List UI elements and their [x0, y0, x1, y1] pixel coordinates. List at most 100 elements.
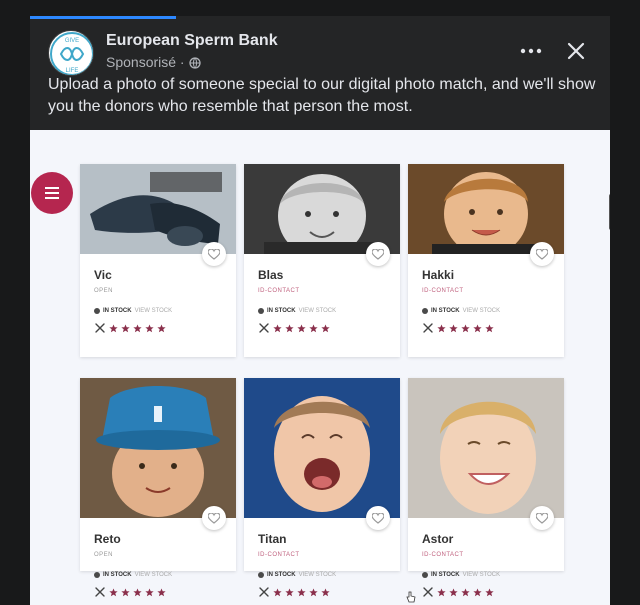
star-icon — [321, 587, 330, 596]
donor-status: ID-CONTACT — [422, 288, 464, 294]
star-icon — [449, 587, 458, 596]
post-header: GIVE LIFE European Sperm Bank Sponsorisé… — [48, 30, 610, 76]
sperm-icon — [423, 587, 433, 597]
star-icon — [473, 323, 482, 332]
star-icon — [273, 323, 282, 332]
stock-label: IN STOCK — [103, 572, 132, 578]
star-icon — [461, 323, 470, 332]
favorite-heart-icon[interactable] — [202, 506, 226, 530]
donor-rating — [94, 322, 166, 334]
donor-status: ID-CONTACT — [258, 552, 300, 558]
stock-dot-icon — [258, 572, 264, 578]
star-icon — [437, 587, 446, 596]
menu-button[interactable] — [31, 172, 73, 214]
post-caption: Upload a photo of someone special to our… — [48, 76, 596, 115]
stock-label: IN STOCK — [431, 308, 460, 314]
star-icon — [121, 323, 130, 332]
hamburger-icon — [45, 187, 59, 199]
stock-indicator: IN STOCK VIEW STOCK — [422, 572, 500, 578]
donor-photo — [408, 378, 564, 518]
favorite-heart-icon[interactable] — [202, 242, 226, 266]
star-icon — [297, 587, 306, 596]
donor-rating — [422, 322, 494, 334]
sponsored-text: Sponsorisé · — [106, 54, 185, 70]
stock-indicator: IN STOCK VIEW STOCK — [94, 308, 172, 314]
star-icon — [309, 587, 318, 596]
donor-photo — [80, 378, 236, 518]
star-icon — [309, 323, 318, 332]
stock-indicator: IN STOCK VIEW STOCK — [258, 308, 336, 314]
donor-photo — [244, 378, 400, 518]
stock-label: IN STOCK — [431, 572, 460, 578]
star-icon — [145, 323, 154, 332]
sperm-icon — [95, 587, 105, 597]
favorite-heart-icon[interactable] — [530, 242, 554, 266]
close-icon[interactable] — [564, 39, 588, 63]
view-stock-link[interactable]: VIEW STOCK — [135, 308, 173, 314]
donor-name: Astor — [422, 532, 454, 546]
star-icon — [109, 587, 118, 596]
donor-name: Titan — [258, 532, 287, 546]
donor-rating — [94, 586, 166, 598]
star-icon — [121, 587, 130, 596]
favorite-heart-icon[interactable] — [366, 506, 390, 530]
donor-status: ID-CONTACT — [258, 288, 300, 294]
stock-dot-icon — [94, 572, 100, 578]
donor-card[interactable]: Reto OPEN IN STOCK VIEW STOCK — [80, 378, 236, 597]
stock-indicator: IN STOCK VIEW STOCK — [422, 308, 500, 314]
star-icon — [461, 587, 470, 596]
donor-photo — [244, 164, 400, 254]
stock-indicator: IN STOCK VIEW STOCK — [258, 572, 336, 578]
stock-indicator: IN STOCK VIEW STOCK — [94, 572, 172, 578]
donor-rating — [258, 586, 330, 598]
sponsored-label: Sponsorisé · — [106, 54, 201, 70]
donor-card[interactable]: Blas ID-CONTACT IN STOCK VIEW STOCK — [244, 164, 400, 357]
star-icon — [157, 323, 166, 332]
favorite-heart-icon[interactable] — [366, 242, 390, 266]
star-icon — [437, 323, 446, 332]
page-name-link[interactable]: European Sperm Bank — [106, 32, 278, 50]
stock-dot-icon — [94, 308, 100, 314]
stock-label: IN STOCK — [103, 308, 132, 314]
sperm-icon — [259, 323, 269, 333]
star-icon — [157, 587, 166, 596]
view-stock-link[interactable]: VIEW STOCK — [135, 572, 173, 578]
view-stock-link[interactable]: VIEW STOCK — [463, 572, 501, 578]
sperm-icon — [259, 587, 269, 597]
donor-photo — [80, 164, 236, 254]
donor-card[interactable]: Astor ID-CONTACT IN STOCK VIEW STOCK — [408, 378, 564, 597]
svg-text:GIVE: GIVE — [65, 38, 79, 44]
donor-name: Reto — [94, 532, 121, 546]
scrollbar[interactable] — [609, 194, 610, 230]
stock-label: IN STOCK — [267, 308, 296, 314]
view-stock-link[interactable]: VIEW STOCK — [299, 572, 337, 578]
favorite-heart-icon[interactable] — [530, 506, 554, 530]
star-icon — [133, 587, 142, 596]
post-media-screenshot[interactable]: Vic OPEN IN STOCK VIEW STOCK Blas ID-CON… — [30, 130, 610, 605]
donor-status: OPEN — [94, 552, 114, 558]
more-options-button[interactable] — [520, 42, 542, 58]
star-icon — [285, 587, 294, 596]
stock-dot-icon — [422, 308, 428, 314]
view-stock-link[interactable]: VIEW STOCK — [463, 308, 501, 314]
donor-card[interactable]: Hakki ID-CONTACT IN STOCK VIEW STOCK — [408, 164, 564, 357]
donor-photo — [408, 164, 564, 254]
star-icon — [473, 587, 482, 596]
view-stock-link[interactable]: VIEW STOCK — [299, 308, 337, 314]
stock-label: IN STOCK — [267, 572, 296, 578]
donor-rating — [422, 586, 494, 598]
donor-status: OPEN — [94, 288, 114, 294]
globe-icon — [188, 56, 201, 69]
stock-dot-icon — [422, 572, 428, 578]
page-avatar[interactable]: GIVE LIFE — [48, 30, 94, 76]
sperm-icon — [95, 323, 105, 333]
donor-name: Vic — [94, 268, 112, 282]
star-icon — [321, 323, 330, 332]
star-icon — [285, 323, 294, 332]
donor-status: ID-CONTACT — [422, 552, 464, 558]
donor-card[interactable]: Vic OPEN IN STOCK VIEW STOCK — [80, 164, 236, 357]
donor-rating — [258, 322, 330, 334]
star-icon — [297, 323, 306, 332]
star-icon — [145, 587, 154, 596]
donor-card[interactable]: Titan ID-CONTACT IN STOCK VIEW STOCK — [244, 378, 400, 597]
